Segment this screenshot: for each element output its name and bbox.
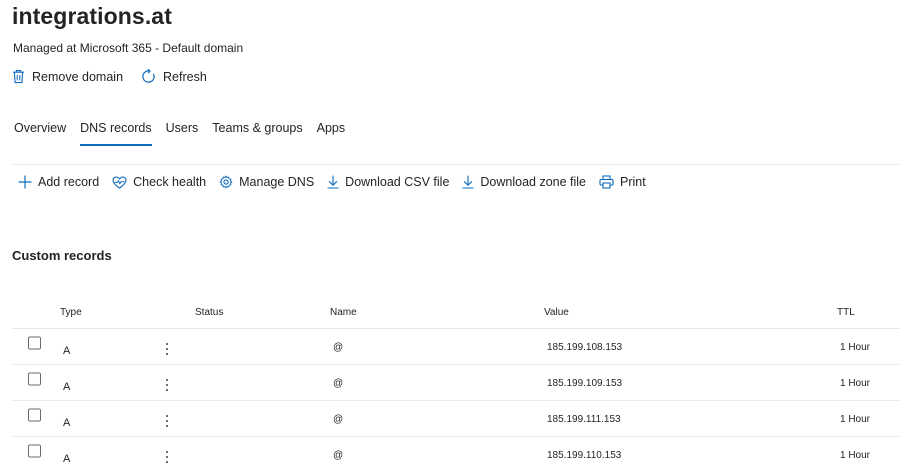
download-zone-file-button[interactable]: Download zone file <box>462 175 586 189</box>
tab-overview[interactable]: Overview <box>14 121 66 146</box>
print-label: Print <box>620 175 646 189</box>
record-type: A <box>63 345 71 357</box>
page-title: integrations.at <box>12 3 172 29</box>
dns-records-table: Type Status Name Value TTL A @ 185.199.1… <box>12 300 900 470</box>
record-name: @ <box>333 414 344 425</box>
row-checkbox[interactable] <box>28 408 41 422</box>
row-checkbox[interactable] <box>28 336 41 350</box>
more-options-icon[interactable] <box>161 413 173 429</box>
download-csv-button[interactable]: Download CSV file <box>327 175 449 189</box>
download-zone-file-label: Download zone file <box>480 175 587 189</box>
tab-users[interactable]: Users <box>166 121 199 146</box>
tab-bar: Overview DNS records Users Teams & group… <box>14 121 359 146</box>
print-icon <box>599 175 614 189</box>
record-value: 185.199.111.153 <box>547 414 621 425</box>
dns-toolbar: Add record Check health Manage DNS Downl… <box>18 175 659 189</box>
download-icon <box>327 175 339 189</box>
tab-dns-records[interactable]: DNS records <box>80 121 152 146</box>
more-options-icon[interactable] <box>161 377 173 393</box>
check-health-button[interactable]: Check health <box>112 175 206 189</box>
record-value: 185.199.109.153 <box>547 378 623 389</box>
column-header-status[interactable]: Status <box>195 307 223 318</box>
table-row[interactable]: A @ 185.199.109.153 1 Hour <box>12 365 900 401</box>
tab-divider <box>12 164 900 165</box>
record-ttl: 1 Hour <box>840 450 871 461</box>
table-row[interactable]: A @ 185.199.111.153 1 Hour <box>12 401 900 437</box>
heart-pulse-icon <box>112 175 127 189</box>
row-checkbox[interactable] <box>28 444 41 458</box>
section-title: Custom records <box>12 248 112 263</box>
table-row[interactable]: A @ 185.199.110.153 1 Hour <box>12 437 900 470</box>
record-type: A <box>63 453 71 465</box>
column-header-value[interactable]: Value <box>544 307 569 318</box>
more-options-icon[interactable] <box>161 449 173 465</box>
check-health-label: Check health <box>133 175 207 189</box>
record-name: @ <box>333 342 344 353</box>
add-record-label: Add record <box>38 175 100 189</box>
column-header-name[interactable]: Name <box>330 307 357 318</box>
refresh-button[interactable]: Refresh <box>141 69 207 84</box>
record-ttl: 1 Hour <box>840 342 871 353</box>
remove-domain-label: Remove domain <box>32 69 124 84</box>
table-header: Type Status Name Value TTL <box>12 300 900 329</box>
manage-dns-button[interactable]: Manage DNS <box>219 175 314 189</box>
more-options-icon[interactable] <box>161 341 173 357</box>
plus-icon <box>18 175 32 189</box>
record-ttl: 1 Hour <box>840 414 871 425</box>
record-value: 185.199.108.153 <box>547 342 623 353</box>
tab-teams-groups[interactable]: Teams & groups <box>212 121 302 146</box>
record-name: @ <box>333 378 344 389</box>
add-record-button[interactable]: Add record <box>18 175 99 189</box>
print-button[interactable]: Print <box>599 175 646 189</box>
column-header-ttl[interactable]: TTL <box>837 307 855 318</box>
record-ttl: 1 Hour <box>840 378 871 389</box>
domain-actions: Remove domain Refresh <box>12 69 225 84</box>
record-value: 185.199.110.153 <box>547 450 622 461</box>
download-csv-label: Download CSV file <box>345 175 450 189</box>
page-subtitle: Managed at Microsoft 365 - Default domai… <box>13 41 244 55</box>
record-type: A <box>63 381 71 393</box>
table-row[interactable]: A @ 185.199.108.153 1 Hour <box>12 329 900 365</box>
refresh-label: Refresh <box>163 69 207 84</box>
manage-dns-label: Manage DNS <box>239 175 315 189</box>
trash-icon <box>13 70 24 84</box>
gear-icon <box>219 175 233 189</box>
tab-apps[interactable]: Apps <box>317 121 346 146</box>
record-name: @ <box>333 450 344 461</box>
column-header-type[interactable]: Type <box>60 307 82 318</box>
record-type: A <box>63 417 71 429</box>
row-checkbox[interactable] <box>28 372 41 386</box>
refresh-icon <box>142 69 155 83</box>
download-icon <box>462 175 474 189</box>
remove-domain-button[interactable]: Remove domain <box>12 69 123 84</box>
